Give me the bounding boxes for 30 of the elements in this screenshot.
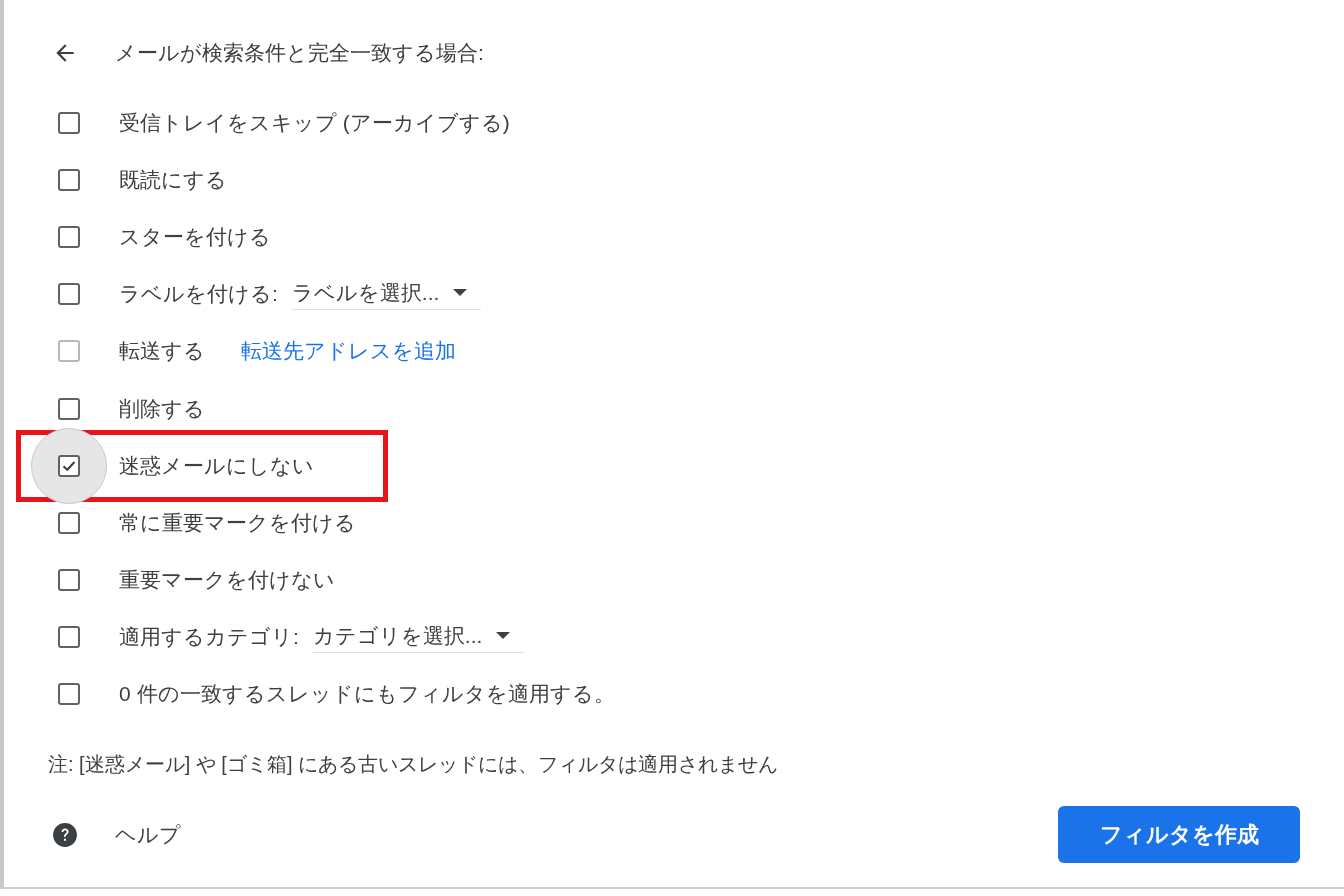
checkbox[interactable] <box>58 168 80 191</box>
checkbox[interactable] <box>58 626 80 649</box>
select-dropdown[interactable]: ラベルを選択... <box>291 278 482 310</box>
checkbox[interactable] <box>58 225 80 248</box>
note-text: 注: [迷惑メール] や [ゴミ箱] にある古いスレッドには、フィルタは適用されません <box>48 752 779 778</box>
option-label: 重要マークを付けない <box>119 567 335 594</box>
help-link[interactable]: ヘルプ <box>115 820 181 849</box>
checkbox[interactable] <box>58 454 80 477</box>
option-label: 迷惑メールにしない <box>119 452 314 479</box>
option-label: 受信トレイをスキップ (アーカイブする) <box>119 109 510 136</box>
checkbox[interactable] <box>58 569 80 592</box>
option-label: 既読にする <box>119 166 227 193</box>
option-label: 転送する <box>119 338 205 365</box>
select-dropdown[interactable]: カテゴリを選択... <box>312 621 525 653</box>
option-label: 0 件の一致するスレッドにもフィルタを適用する。 <box>119 681 615 708</box>
caret-icon <box>453 288 468 297</box>
checkbox[interactable] <box>58 511 80 534</box>
option-label: 削除する <box>119 395 205 422</box>
option-label: 常に重要マークを付ける <box>119 509 356 536</box>
create-filter-button[interactable]: フィルタを作成 <box>1058 806 1300 864</box>
checkbox[interactable] <box>58 111 80 134</box>
caret-icon <box>496 631 511 640</box>
checkbox[interactable] <box>58 397 80 420</box>
help-icon[interactable] <box>52 821 78 848</box>
option-label: スターを付ける <box>119 223 271 250</box>
checkbox[interactable] <box>58 283 80 306</box>
filter-heading: メールが検索条件と完全一致する場合: <box>115 39 484 66</box>
option-label: 適用するカテゴリ: <box>119 624 299 651</box>
checkbox[interactable] <box>58 683 80 706</box>
option-label: ラベルを付ける: <box>119 281 278 308</box>
